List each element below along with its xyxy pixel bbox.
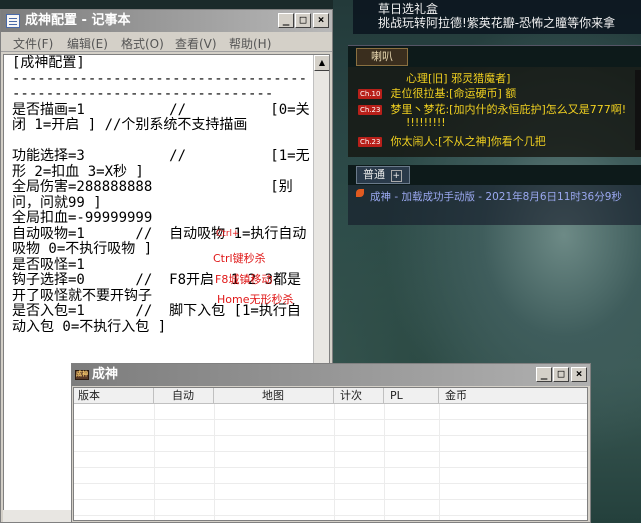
tab-normal[interactable]: 普通 +	[356, 166, 410, 184]
hotkey-hint-1: Ctrl+	[216, 229, 240, 239]
minimize-button[interactable]: _	[278, 13, 294, 28]
menu-file[interactable]: 文件(F)	[13, 35, 53, 52]
table-row[interactable]	[74, 468, 587, 484]
app-logo-icon: 成神	[75, 370, 89, 380]
column-header-gold[interactable]: 金币	[439, 388, 587, 404]
chat-line-1: Ch.10 走位很拉基:[命运硬币] 额	[358, 85, 516, 101]
menu-view[interactable]: 查看(V)	[175, 35, 217, 52]
event-line-2[interactable]: 挑战玩转阿拉德!紫英花瓣-恐怖之瞳等你来拿	[378, 14, 615, 31]
window-title: 成神配置 - 记事本	[25, 13, 131, 28]
column-header-pl[interactable]: PL	[384, 388, 439, 404]
channel-badge: Ch.23	[358, 137, 383, 147]
expand-icon[interactable]: +	[390, 170, 403, 182]
channel-badge: Ch.23	[358, 105, 383, 115]
hotkey-hint-2: Ctrl键秒杀	[213, 252, 266, 265]
column-header-version[interactable]: 版本	[74, 388, 154, 404]
maximize-button[interactable]: □	[295, 13, 311, 28]
chat-text: :[加内什的永恒庇护]怎么又是777啊!	[445, 103, 627, 116]
chat-line-4: Ch.23 你太闹人:[不从之神]你看个几把	[358, 133, 546, 149]
table-row[interactable]	[74, 404, 587, 420]
table-row[interactable]	[74, 452, 587, 468]
chat-speaker[interactable]: 心理[旧] 邪灵猎魔者]	[406, 72, 510, 85]
menu-format[interactable]: 格式(O)	[121, 35, 164, 52]
chat-speaker[interactable]: 梦里丶梦花	[390, 103, 445, 116]
notepad-titlebar[interactable]: 成神配置 - 记事本 _ □ ×	[1, 10, 332, 32]
chat-line-2: Ch.23 梦里丶梦花:[加内什的永恒庇护]怎么又是777啊!	[358, 101, 626, 117]
chat-line-3: !!!!!!!!!	[406, 116, 446, 129]
chat-text: :[不从之神]你看个几把	[434, 135, 546, 148]
notepad-icon[interactable]	[6, 14, 20, 28]
hotkey-hint-4: Home无形秒杀	[217, 293, 294, 306]
system-message: 成神 - 加载成功手动版 - 2021年8月6日11时36分9秒	[370, 191, 622, 203]
normal-channel-bar: 普通 +	[348, 165, 641, 185]
tab-normal-label: 普通	[363, 168, 385, 181]
chengshen-window: 成神 成神 _ □ × 版本 自动 地图 计次 PL 金币	[71, 363, 591, 523]
scroll-up-icon[interactable]: ▲	[314, 55, 329, 71]
menu-bar: 文件(F) 编辑(E) 格式(O) 查看(V) 帮助(H)	[1, 32, 332, 52]
chat-text: !!!!!!!!!	[406, 116, 446, 129]
horn-channel-bar: 喇叭	[348, 45, 641, 67]
menu-edit[interactable]: 编辑(E)	[67, 35, 108, 52]
chengshen-titlebar[interactable]: 成神 成神 _ □ ×	[72, 364, 590, 386]
column-header-auto[interactable]: 自动	[154, 388, 214, 404]
maximize-button[interactable]: □	[553, 367, 569, 382]
channel-badge: Ch.10	[358, 89, 383, 99]
chat-speaker[interactable]: 走位很拉基	[390, 87, 445, 100]
tab-horn[interactable]: 喇叭	[356, 48, 408, 66]
hotkey-hint-3: F8城镇移动	[215, 273, 273, 286]
speaker-icon	[356, 189, 364, 197]
chat-speaker[interactable]: 你太闹人	[390, 135, 434, 148]
chat-line-0: 心理[旧] 邪灵猎魔者]	[406, 70, 510, 86]
window-title: 成神	[92, 367, 119, 382]
event-banner: 草日选礼盒 挑战玩转阿拉德!紫英花瓣-恐怖之瞳等你来拿	[353, 0, 641, 34]
table-row[interactable]	[74, 436, 587, 452]
minimize-button[interactable]: _	[536, 367, 552, 382]
column-header-count[interactable]: 计次	[334, 388, 384, 404]
table-row[interactable]	[74, 500, 587, 516]
column-header-map[interactable]: 地图	[214, 388, 334, 404]
horn-chat-panel: 心理[旧] 邪灵猎魔者] Ch.10 走位很拉基:[命运硬币] 额 Ch.23 梦里…	[348, 67, 641, 157]
menu-help[interactable]: 帮助(H)	[229, 35, 271, 52]
table-row[interactable]	[74, 420, 587, 436]
system-message-panel: 成神 - 加载成功手动版 - 2021年8月6日11时36分9秒	[348, 185, 641, 225]
close-button[interactable]: ×	[313, 13, 329, 28]
chat-scrollbar[interactable]	[635, 70, 641, 150]
chat-text: :[命运硬币] 额	[445, 87, 517, 100]
status-table[interactable]: 版本 自动 地图 计次 PL 金币	[73, 387, 588, 521]
table-row[interactable]	[74, 484, 587, 500]
close-button[interactable]: ×	[571, 367, 587, 382]
